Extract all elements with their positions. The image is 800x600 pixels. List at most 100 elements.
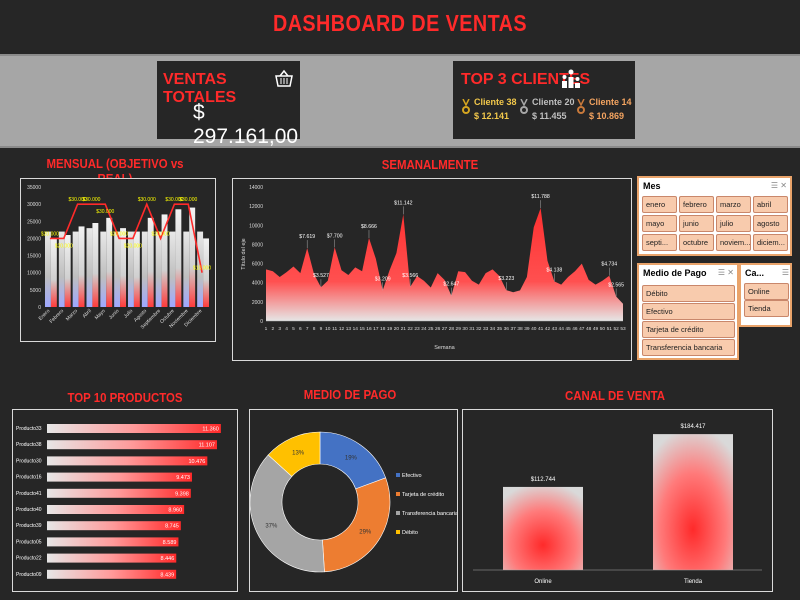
x-axis-title: Semana <box>434 345 455 351</box>
top10-chart-panel: Producto33 11.360 Producto38 11.107 Producto… <box>12 409 238 592</box>
x-tick-label: 34 <box>490 326 496 332</box>
slicer-item-mes-0[interactable]: enero <box>642 196 677 213</box>
data-label: $3.223 <box>498 276 514 282</box>
product-bar <box>47 537 179 547</box>
slicer-item-mes-8[interactable]: septi... <box>642 234 677 251</box>
data-label: $2.565 <box>608 282 624 288</box>
x-tick-label: 50 <box>600 326 606 332</box>
payment-title: MEDIO DE PAGO <box>303 387 397 402</box>
slicer-item-mes-6[interactable]: julio <box>716 215 751 232</box>
slicer-item-medio-2[interactable]: Tarjeta de crédito <box>642 321 735 338</box>
slicer-item-medio-1[interactable]: Efectivo <box>642 303 735 320</box>
x-tick-label: 23 <box>414 326 420 332</box>
x-tick-label: 1 <box>265 326 268 332</box>
y-tick-label: 25000 <box>27 219 41 225</box>
slicer-item-mes-10[interactable]: noviem... <box>716 234 751 251</box>
client-name: Cliente 20 <box>532 97 575 107</box>
data-label: 29% <box>359 529 372 535</box>
y-tick-label: Producto40 <box>16 507 42 513</box>
x-tick-label: 25 <box>428 326 434 332</box>
line-data-label: $20.000 <box>55 243 73 249</box>
client-name: Cliente 14 <box>589 97 632 107</box>
filter-clear-icon[interactable]: ☰ ✕ <box>771 181 787 190</box>
y-tick-label: 10000 <box>249 223 263 229</box>
slicer-item-mes-5[interactable]: junio <box>679 215 714 232</box>
slicer-item-canal-0[interactable]: Online <box>744 283 789 300</box>
data-label: 37% <box>265 523 278 529</box>
x-tick-label: 26 <box>435 326 441 332</box>
legend-label: Tarjeta de crédito <box>402 492 444 498</box>
data-label: 11.107 <box>199 443 215 449</box>
data-label: 8.446 <box>160 556 174 562</box>
product-bar <box>47 424 221 433</box>
slicer-item-medio-3[interactable]: Transferencia bancaria <box>642 339 735 356</box>
payment-chart-panel: 19% 29% 37% 13% Efectivo Tarjeta de crédito Tr… <box>249 409 459 592</box>
data-label: 10.476 <box>189 459 206 465</box>
product-bar <box>47 521 181 531</box>
slicer-item-mes-11[interactable]: diciem... <box>753 234 788 251</box>
data-label: 13% <box>292 451 305 457</box>
payment-slicer[interactable]: Medio de Pago ☰ ✕ Débito Efectivo Tarjeta … <box>637 263 739 360</box>
slicer-item-canal-1[interactable]: Tienda <box>744 300 789 317</box>
data-label: $11.142 <box>394 200 412 206</box>
channel-bar <box>503 486 583 570</box>
x-tick-label: 29 <box>456 326 462 332</box>
y-tick-label: 15000 <box>27 254 41 260</box>
y-tick-label: 20000 <box>27 236 41 242</box>
slicer-item-mes-4[interactable]: mayo <box>642 215 677 232</box>
channel-slicer-title: Ca... <box>745 268 765 278</box>
slicer-item-mes-2[interactable]: marzo <box>716 196 751 213</box>
monthly-chart-panel: 0 5000 10000 15000 20000 25000 30000 35000 Enero… <box>20 178 216 342</box>
x-tick-label: 7 <box>306 326 309 332</box>
slicer-item-mes-3[interactable]: abril <box>753 196 788 213</box>
x-tick-label: 36 <box>504 326 510 332</box>
x-tick-label: 9 <box>320 326 323 332</box>
data-label: $3.209 <box>375 276 391 282</box>
x-tick-label: Febrero <box>49 308 66 325</box>
medal-icon <box>577 99 585 114</box>
y-tick-label: Producto30 <box>16 458 42 464</box>
x-tick-label: 39 <box>524 326 530 332</box>
x-tick-label: 21 <box>401 326 407 332</box>
bar-objetivo <box>114 231 121 307</box>
x-tick-label: 53 <box>620 326 626 332</box>
product-bar <box>47 472 192 482</box>
x-tick-label: 27 <box>442 326 448 332</box>
x-tick-label: 8 <box>313 326 316 332</box>
client-value: $ 11.455 <box>532 111 567 121</box>
bar-objetivo <box>45 231 51 307</box>
x-tick-label: 10 <box>325 326 331 332</box>
x-tick-label: 16 <box>366 326 372 332</box>
top10-title: TOP 10 PRODUCTOS <box>67 390 183 405</box>
x-tick-label: 31 <box>469 326 475 332</box>
line-data-label: $30.000 <box>82 197 100 203</box>
x-tick-label: 43 <box>552 326 558 332</box>
weekly-title: SEMANALMENTE <box>381 157 479 172</box>
slicer-item-mes-7[interactable]: agosto <box>753 215 788 232</box>
filter-clear-icon[interactable]: ☰ <box>782 268 789 277</box>
x-tick-label: 38 <box>517 326 523 332</box>
slicer-item-mes-9[interactable]: octubre <box>679 234 714 251</box>
slicer-item-mes-1[interactable]: febrero <box>679 196 714 213</box>
y-tick-label: Producto39 <box>16 523 42 529</box>
slicer-item-medio-0[interactable]: Débito <box>642 285 735 302</box>
medal-icon <box>520 99 528 114</box>
month-slicer[interactable]: Mes ☰ ✕ enero febrero marzo abril mayo junio j… <box>637 176 792 256</box>
legend-swatch <box>396 511 400 515</box>
x-tick-label: Tienda <box>684 579 703 585</box>
filter-clear-icon[interactable]: ☰ ✕ <box>718 268 734 277</box>
data-label: 9.398 <box>175 491 189 497</box>
x-tick-label: 22 <box>408 326 414 332</box>
y-tick-label: 30000 <box>27 202 41 208</box>
x-tick-label: 32 <box>476 326 482 332</box>
x-tick-label: 48 <box>586 326 592 332</box>
channel-slicer[interactable]: Ca... ☰ Online Tienda <box>739 263 792 327</box>
bar-objetivo <box>169 231 176 307</box>
x-tick-label: 51 <box>607 326 613 332</box>
product-bar <box>47 505 185 514</box>
x-tick-label: 12 <box>339 326 345 332</box>
x-tick-label: 5 <box>292 326 295 332</box>
x-tick-label: 44 <box>559 326 565 332</box>
x-tick-label: 4 <box>285 326 288 332</box>
legend-swatch <box>396 530 400 534</box>
